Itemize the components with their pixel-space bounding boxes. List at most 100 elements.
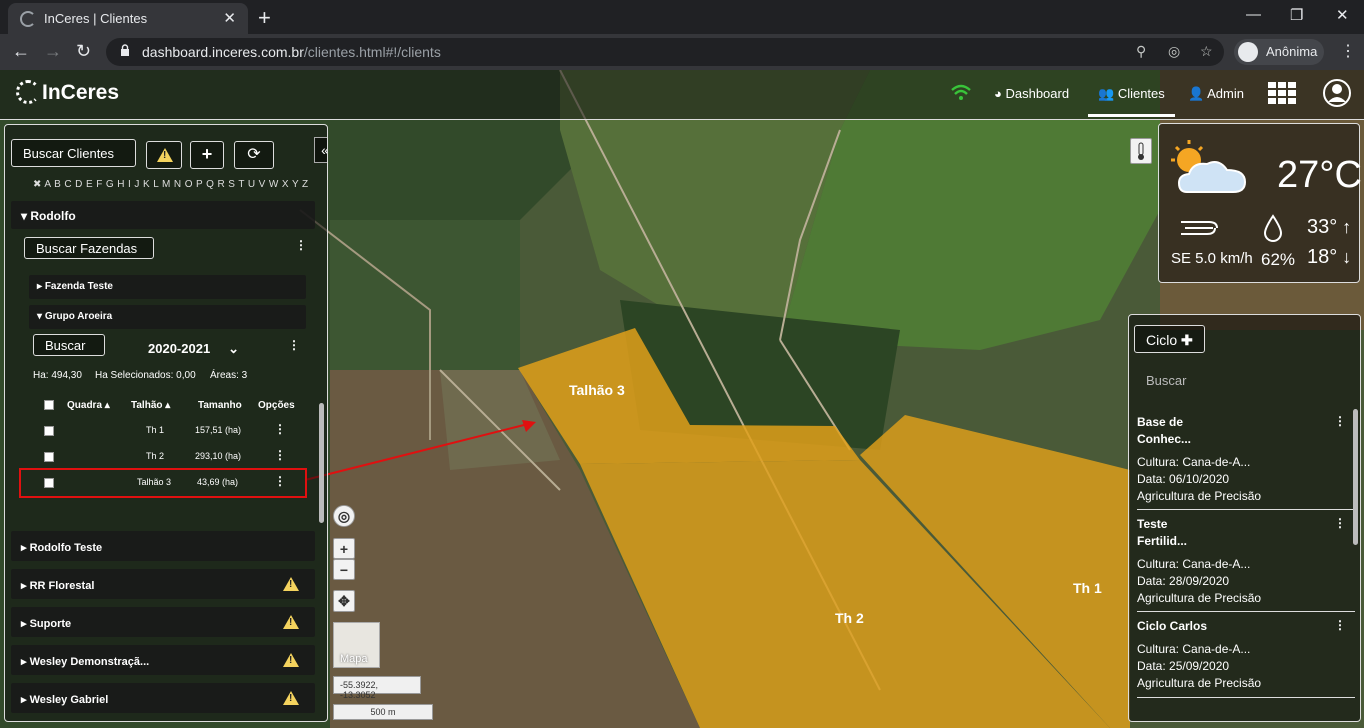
incognito-icon [1238, 42, 1258, 62]
cycle-card[interactable]: Base de Conhec... Cultura: Cana-de-A... … [1137, 414, 1355, 505]
pan-icon[interactable]: ✥ [333, 590, 355, 612]
row-options-icon[interactable]: ⋮ [274, 475, 286, 487]
minimize-icon[interactable]: — [1246, 6, 1261, 23]
bookmark-star-icon[interactable]: ☆ [1200, 43, 1213, 60]
map-label-th-1: Th 1 [1073, 580, 1102, 596]
farm-fazenda-teste[interactable]: ▸ Fazenda Teste [29, 275, 306, 299]
browser-tab-bar: InCeres | Clientes ✕ + — ❐ ✕ [0, 0, 1364, 34]
add-client-button[interactable]: + [190, 141, 224, 169]
cycle-card[interactable]: Ciclo Carlos Cultura: Cana-de-A... Data:… [1137, 618, 1355, 692]
farm-grupo-aroeira[interactable]: ▾ Grupo Aroeira [29, 305, 306, 329]
profile-label: Anônima [1266, 44, 1318, 59]
cycle-search-input[interactable]: Buscar [1146, 373, 1186, 388]
app-header: InCeres ◕ Dashboard 👥 Clientes 👤 Admin [0, 70, 1364, 120]
compass-icon[interactable]: ◎ [333, 505, 355, 527]
user-avatar-icon[interactable] [1322, 78, 1352, 108]
lock-icon [121, 44, 129, 56]
zoom-icon[interactable]: ⚲ [1136, 43, 1146, 60]
row-options-icon[interactable]: ⋮ [274, 423, 286, 435]
thermometer-icon [1138, 142, 1144, 160]
col-talhao[interactable]: Talhão ▴ [131, 400, 170, 411]
temp-min: 18° ↓ [1307, 246, 1352, 268]
farm-options-icon[interactable]: ⋮ [288, 339, 300, 351]
row-tamanho: 293,10 (ha) [195, 451, 242, 461]
map-label-talhao-3: Talhão 3 [569, 382, 625, 398]
humidity-drop-icon [1263, 214, 1283, 242]
add-cycle-button[interactable]: Ciclo ✚ [1134, 325, 1205, 353]
back-icon[interactable]: ← [12, 41, 30, 62]
client-rodolfo[interactable]: ▾ Rodolfo [11, 201, 315, 229]
search-clients-button[interactable]: Buscar Clientes [11, 139, 136, 167]
row-talhao: Th 2 [146, 451, 165, 461]
browser-menu-icon[interactable]: ⋮ [1340, 41, 1356, 61]
client-item[interactable]: ▸ Wesley Gabriel [11, 683, 315, 713]
forward-icon[interactable]: → [44, 41, 62, 62]
nav-clientes[interactable]: 👥 Clientes [1088, 86, 1175, 117]
alphabet-filter[interactable]: ✖ A B C D E F G H I J K L M N O P Q R S … [33, 179, 309, 190]
warning-icon [283, 691, 299, 705]
areas-count: Áreas: 3 [210, 370, 248, 381]
address-bar[interactable]: dashboard.inceres.com.br/clientes.html#!… [106, 38, 1224, 66]
warning-icon [283, 577, 299, 591]
thermometer-button[interactable] [1130, 138, 1152, 164]
incognito-profile[interactable]: Anônima [1234, 39, 1324, 65]
logo-text: InCeres [42, 81, 120, 104]
row-tamanho: 43,69 (ha) [197, 477, 239, 487]
season-select[interactable]: 2020-2021 ⌄ [148, 341, 239, 357]
nav-dashboard[interactable]: ◕ Dashboard [994, 86, 1069, 101]
restore-icon[interactable]: ❐ [1290, 6, 1303, 24]
apps-grid-icon[interactable] [1268, 82, 1296, 104]
col-tamanho: Tamanho [198, 400, 242, 411]
cycle-options-icon[interactable]: ⋮ [1334, 619, 1346, 631]
col-quadra[interactable]: Quadra ▴ [67, 400, 110, 411]
refresh-button[interactable]: ⟳ [234, 141, 274, 169]
row-checkbox[interactable] [44, 452, 54, 462]
alert-filter-button[interactable] [146, 141, 182, 169]
warning-icon [283, 615, 299, 629]
cycle-card[interactable]: Teste Fertilid... Cultura: Cana-de-A... … [1137, 516, 1355, 607]
reload-icon[interactable]: ↻ [76, 41, 91, 62]
humidity: 62% [1261, 250, 1296, 269]
zoom-out-button[interactable]: − [333, 559, 355, 580]
client-item[interactable]: ▸ Suporte [11, 607, 315, 637]
cycle-options-icon[interactable]: ⋮ [1334, 415, 1346, 427]
zoom-in-button[interactable]: + [333, 538, 355, 559]
divider [1137, 509, 1355, 510]
client-item[interactable]: ▸ Rodolfo Teste [11, 531, 315, 561]
row-talhao: Th 1 [146, 425, 165, 435]
client-options-icon[interactable]: ⋮ [295, 239, 307, 251]
map-layer-button[interactable]: Mapa [333, 622, 380, 668]
client-item[interactable]: ▸ RR Florestal [11, 569, 315, 599]
row-talhao: Talhão 3 [137, 477, 172, 487]
map-label-th-2: Th 2 [835, 610, 864, 626]
search-plots-button[interactable]: Buscar [33, 334, 105, 356]
search-farms-button[interactable]: Buscar Fazendas [24, 237, 154, 259]
close-tab-icon[interactable]: ✕ [223, 9, 236, 27]
collapse-panel-button[interactable]: « [314, 137, 327, 163]
client-item[interactable]: ▸ Wesley Demonstraçã... [11, 645, 315, 675]
row-checkbox[interactable] [44, 426, 54, 436]
new-tab-icon[interactable]: + [258, 5, 271, 31]
nav-admin[interactable]: 👤 Admin [1188, 86, 1244, 102]
coordinates-readout: -55.3922, -13.3052 [333, 676, 421, 700]
row-options-icon[interactable]: ⋮ [274, 449, 286, 461]
browser-tab[interactable]: InCeres | Clientes ✕ [8, 3, 248, 34]
cycles-panel: Ciclo ✚ Buscar Base de Conhec... Cultura… [1128, 314, 1361, 722]
col-opcoes: Opções [258, 400, 295, 411]
cycle-options-icon[interactable]: ⋮ [1334, 517, 1346, 529]
inceres-logo[interactable]: InCeres [16, 80, 119, 105]
browser-toolbar: ← → ↻ dashboard.inceres.com.br/clientes.… [0, 34, 1364, 70]
tracking-icon[interactable]: ◎ [1168, 43, 1180, 60]
tab-title: InCeres | Clientes [44, 11, 148, 26]
warning-icon [283, 653, 299, 667]
cycles-scrollbar[interactable] [1353, 409, 1358, 545]
selected-ha: Ha Selecionados: 0,00 [95, 370, 196, 381]
wind-icon [1181, 221, 1218, 235]
select-all-checkbox[interactable] [44, 400, 54, 410]
clients-panel: Buscar Clientes + ⟳ « ✖ A B C D E F G H … [4, 124, 328, 722]
weather-widget: 27°C SE 5.0 km/h 62% 33° ↑ 18° ↓ [1158, 123, 1362, 283]
close-window-icon[interactable]: ✕ [1336, 6, 1349, 24]
row-checkbox[interactable] [44, 478, 54, 488]
panel-scrollbar[interactable] [319, 403, 324, 523]
temp-max: 33° ↑ [1307, 216, 1352, 238]
